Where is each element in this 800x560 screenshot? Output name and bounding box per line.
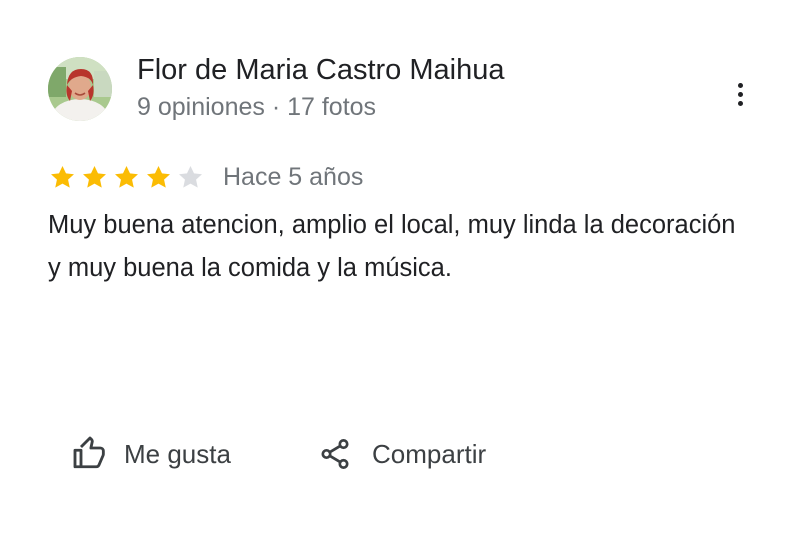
review-card: Flor de Maria Castro Maihua 9 opiniones …	[0, 0, 800, 560]
more-vert-icon-dot	[737, 100, 743, 106]
like-button[interactable]: Me gusta	[72, 432, 231, 476]
thumbs-up-icon	[73, 436, 105, 469]
star-filled-icon	[48, 163, 77, 192]
share-icon	[321, 439, 349, 469]
author-meta[interactable]: 9 opiniones · 17 fotos	[137, 93, 376, 122]
rating-row: Hace 5 años	[48, 160, 363, 194]
like-label: Me gusta	[124, 438, 231, 469]
star-filled-icon	[80, 163, 109, 192]
share-label: Compartir	[372, 438, 487, 469]
star-filled-icon	[144, 163, 173, 192]
star-rating	[48, 163, 205, 192]
avatar-photo	[48, 57, 112, 121]
review-date: Hace 5 años	[223, 162, 364, 191]
review-text: Muy buena atencion, amplio el local, muy…	[48, 211, 736, 282]
star-filled-icon	[112, 163, 141, 192]
more-options-button[interactable]	[722, 74, 758, 114]
star-empty-icon	[176, 163, 205, 192]
author-avatar[interactable]	[48, 57, 112, 121]
author-name[interactable]: Flor de Maria Castro Maihua	[137, 54, 504, 87]
more-vert-icon-dot	[737, 91, 743, 97]
share-button[interactable]: Compartir	[318, 432, 486, 476]
more-vert-icon	[737, 82, 743, 88]
